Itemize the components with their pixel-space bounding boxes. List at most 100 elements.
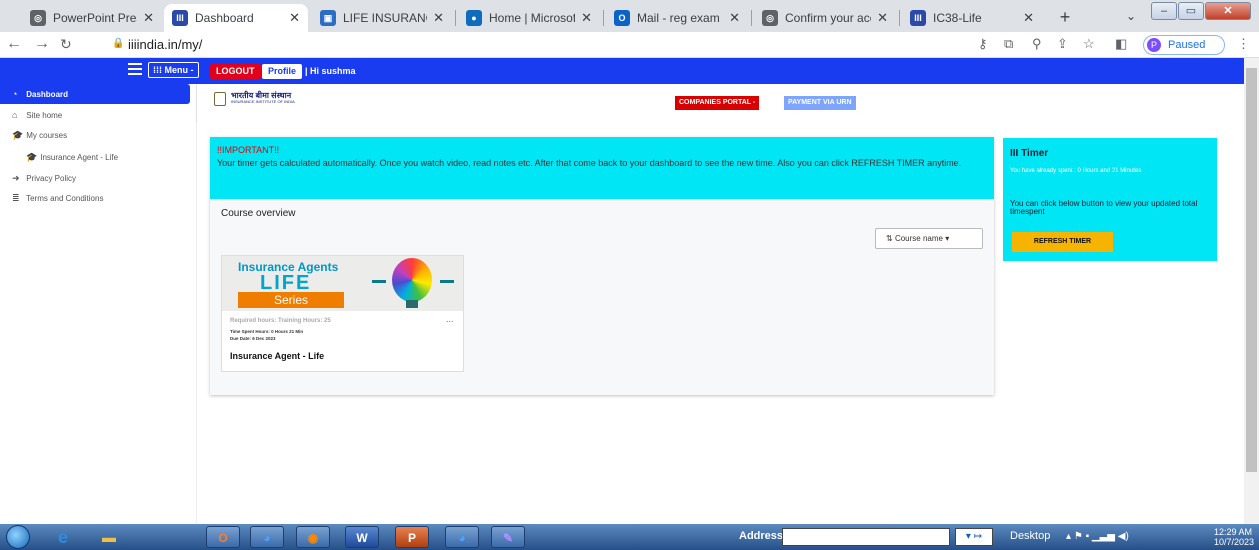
word-taskbar-icon[interactable]: W <box>345 526 379 548</box>
course-menu-icon[interactable]: ... <box>446 314 454 324</box>
iii-favicon-icon: III <box>910 10 926 26</box>
network-icon[interactable]: ▪ <box>1086 531 1090 542</box>
flag-icon[interactable]: ⚑ <box>1074 531 1083 542</box>
tab-close-icon[interactable]: ✕ <box>877 10 888 26</box>
refresh-timer-button[interactable]: REFRESH TIMER <box>1012 232 1113 252</box>
kebab-menu-icon[interactable]: ⋮ <box>1237 36 1250 52</box>
tab-mail[interactable]: O Mail - reg exam a ✕ <box>606 4 748 32</box>
site-navbar: ⁞⁞⁞ Menu - LOGOUT Profile | Hi sushma <box>0 58 1244 84</box>
course-card[interactable]: Insurance Agents LIFE Series ... Require… <box>221 255 464 372</box>
paint-taskbar-icon[interactable]: ✎ <box>491 526 525 548</box>
timer-spent-text: You have already spent : 0 Hours and 21 … <box>1010 168 1142 174</box>
close-window-icon[interactable]: ✕ <box>1205 2 1251 20</box>
microsoft-icon: ● <box>466 10 482 26</box>
maximize-icon[interactable]: ▭ <box>1178 2 1204 20</box>
logout-button[interactable]: LOGOUT <box>210 64 261 79</box>
taskbar-address-label: Address <box>739 530 784 542</box>
companies-portal-button[interactable]: COMPANIES PORTAL - <box>675 96 760 110</box>
taskbar-address-input[interactable] <box>782 528 950 546</box>
lightbulb-base <box>406 300 418 308</box>
side-panel-icon[interactable]: ◧ <box>1115 36 1127 52</box>
key-icon[interactable]: ⚷ <box>978 36 988 52</box>
course-name-link[interactable]: Insurance Agent - Life <box>230 351 324 361</box>
browser-tab-strip: ◎ PowerPoint Presen ✕ III Dashboard ✕ ▣ … <box>0 0 1259 32</box>
chrome-taskbar-icon[interactable]: ◕ <box>250 526 284 548</box>
important-notice: !!IMPORTANT!! Your timer gets calculated… <box>210 137 994 199</box>
new-tab-plus-icon[interactable]: + <box>1054 7 1076 27</box>
tab-life-insurance[interactable]: ▣ LIFE INSURANCE p ✕ <box>312 4 452 32</box>
logo-text-english[interactable]: INSURANCE INSTITUTE OF INDIA <box>231 99 295 104</box>
tab-title: Confirm your acco <box>785 11 871 25</box>
tab-title: Dashboard <box>195 11 254 25</box>
important-title: !!IMPORTANT!! <box>217 145 280 155</box>
menu-dropdown-button[interactable]: ⁞⁞⁞ Menu - <box>148 62 199 78</box>
sidebar-item-label: Insurance Agent - Life <box>40 153 119 162</box>
hamburger-icon[interactable] <box>128 63 142 75</box>
sidebar-item-my-courses[interactable]: 🎓 My courses <box>0 125 197 145</box>
course-image[interactable]: Insurance Agents LIFE Series <box>222 256 463 311</box>
sidebar-item-label: Site home <box>26 111 63 120</box>
course-overview-title: Course overview <box>221 208 296 219</box>
tab-dashboard[interactable]: III Dashboard ✕ <box>164 4 308 32</box>
timer-title: III Timer <box>1010 148 1049 159</box>
ie-icon[interactable]: e <box>46 526 80 548</box>
banner-line3: Series <box>238 292 344 308</box>
taskbar-desktop-label[interactable]: Desktop <box>1010 530 1050 542</box>
back-arrow-icon[interactable]: ← <box>6 35 22 53</box>
sort-course-name-dropdown[interactable]: ⇅ Course name ▾ <box>875 228 983 249</box>
reload-icon[interactable]: ↻ <box>60 36 72 53</box>
tab-powerpoint[interactable]: ◎ PowerPoint Presen ✕ <box>22 4 162 32</box>
powerpoint-taskbar-icon[interactable]: P <box>395 526 429 548</box>
volume-icon[interactable]: ◀) <box>1118 531 1129 542</box>
translate-icon[interactable]: ⧉ <box>1004 36 1013 52</box>
address-go-icon[interactable]: ▾ ↦ <box>955 528 993 546</box>
signal-icon[interactable]: ▁▃▅ <box>1092 531 1115 542</box>
clock-date[interactable]: 10/7/2023 <box>1214 537 1254 547</box>
system-tray[interactable]: ▴ ⚑ ▪ ▁▃▅ ◀) <box>1066 531 1129 542</box>
firefox-taskbar-icon[interactable]: ◉ <box>296 526 330 548</box>
tab-ic38-life[interactable]: III IC38-Life ✕ <box>902 4 1042 32</box>
share-icon[interactable]: ⇪ <box>1057 36 1068 52</box>
folder-icon[interactable]: ▬ <box>92 526 126 548</box>
tab-confirm-account[interactable]: ◎ Confirm your acco ✕ <box>754 4 896 32</box>
profile-paused-button[interactable]: P Paused <box>1143 35 1225 55</box>
tab-title: LIFE INSURANCE p <box>343 11 427 25</box>
dashboard-icon: ◔ <box>12 89 18 99</box>
sidebar-item-insurance-agent-life[interactable]: 🎓 Insurance Agent - Life <box>0 147 197 167</box>
tab-title: IC38-Life <box>933 11 982 25</box>
profile-button[interactable]: Profile <box>262 64 303 79</box>
sidebar-item-dashboard[interactable]: ◔ Dashboard <box>0 84 190 104</box>
start-button-icon[interactable] <box>6 525 30 549</box>
page-scrollbar[interactable] <box>1244 58 1259 524</box>
chrome-icon: ◎ <box>762 10 778 26</box>
outlook-icon: O <box>614 10 630 26</box>
windows-taskbar: e ▬ O ◕ ◉ W P ◕ ✎ Address ▾ ↦ Desktop ▴ … <box>0 524 1259 550</box>
tab-close-icon[interactable]: ✕ <box>729 10 740 26</box>
tab-title: PowerPoint Presen <box>53 11 137 25</box>
scrollbar-thumb[interactable] <box>1246 68 1257 472</box>
sidebar-item-site-home[interactable]: ⌂ Site home <box>0 105 197 125</box>
tab-microsoft-home[interactable]: ● Home | Microsoft ✕ <box>458 4 600 32</box>
outlook-taskbar-icon[interactable]: O <box>206 526 240 548</box>
sidebar-item-terms[interactable]: ≣ Terms and Conditions <box>0 188 197 208</box>
minimize-icon[interactable]: – <box>1151 2 1177 20</box>
tab-close-icon[interactable]: ✕ <box>433 10 444 26</box>
due-date: Due Date: 6 Dec 2023 <box>230 336 276 341</box>
lock-icon[interactable]: 🔒 <box>112 38 124 49</box>
tab-close-icon[interactable]: ✕ <box>581 10 592 26</box>
clock-time[interactable]: 12:29 AM <box>1214 527 1252 537</box>
sidebar-item-label: Privacy Policy <box>26 174 77 183</box>
sidebar-item-privacy-policy[interactable]: ➜ Privacy Policy <box>0 168 197 188</box>
user-greeting: | Hi sushma <box>305 66 356 76</box>
tab-close-icon[interactable]: ✕ <box>1023 10 1034 26</box>
tab-close-icon[interactable]: ✕ <box>143 10 154 26</box>
chrome-taskbar-icon[interactable]: ◕ <box>445 526 479 548</box>
forward-arrow-icon[interactable]: → <box>34 35 50 53</box>
payment-via-urn-button[interactable]: PAYMENT VIA URN <box>784 96 856 110</box>
tab-search-chevron-icon[interactable]: ⌄ <box>1126 9 1136 23</box>
tray-chevron-icon[interactable]: ▴ <box>1066 531 1071 542</box>
bookmark-star-icon[interactable]: ☆ <box>1083 36 1095 52</box>
tab-close-icon[interactable]: ✕ <box>289 10 300 26</box>
zoom-icon[interactable]: ⚲ <box>1032 36 1042 52</box>
url-field[interactable]: iiiindia.in/my/ <box>128 37 202 52</box>
